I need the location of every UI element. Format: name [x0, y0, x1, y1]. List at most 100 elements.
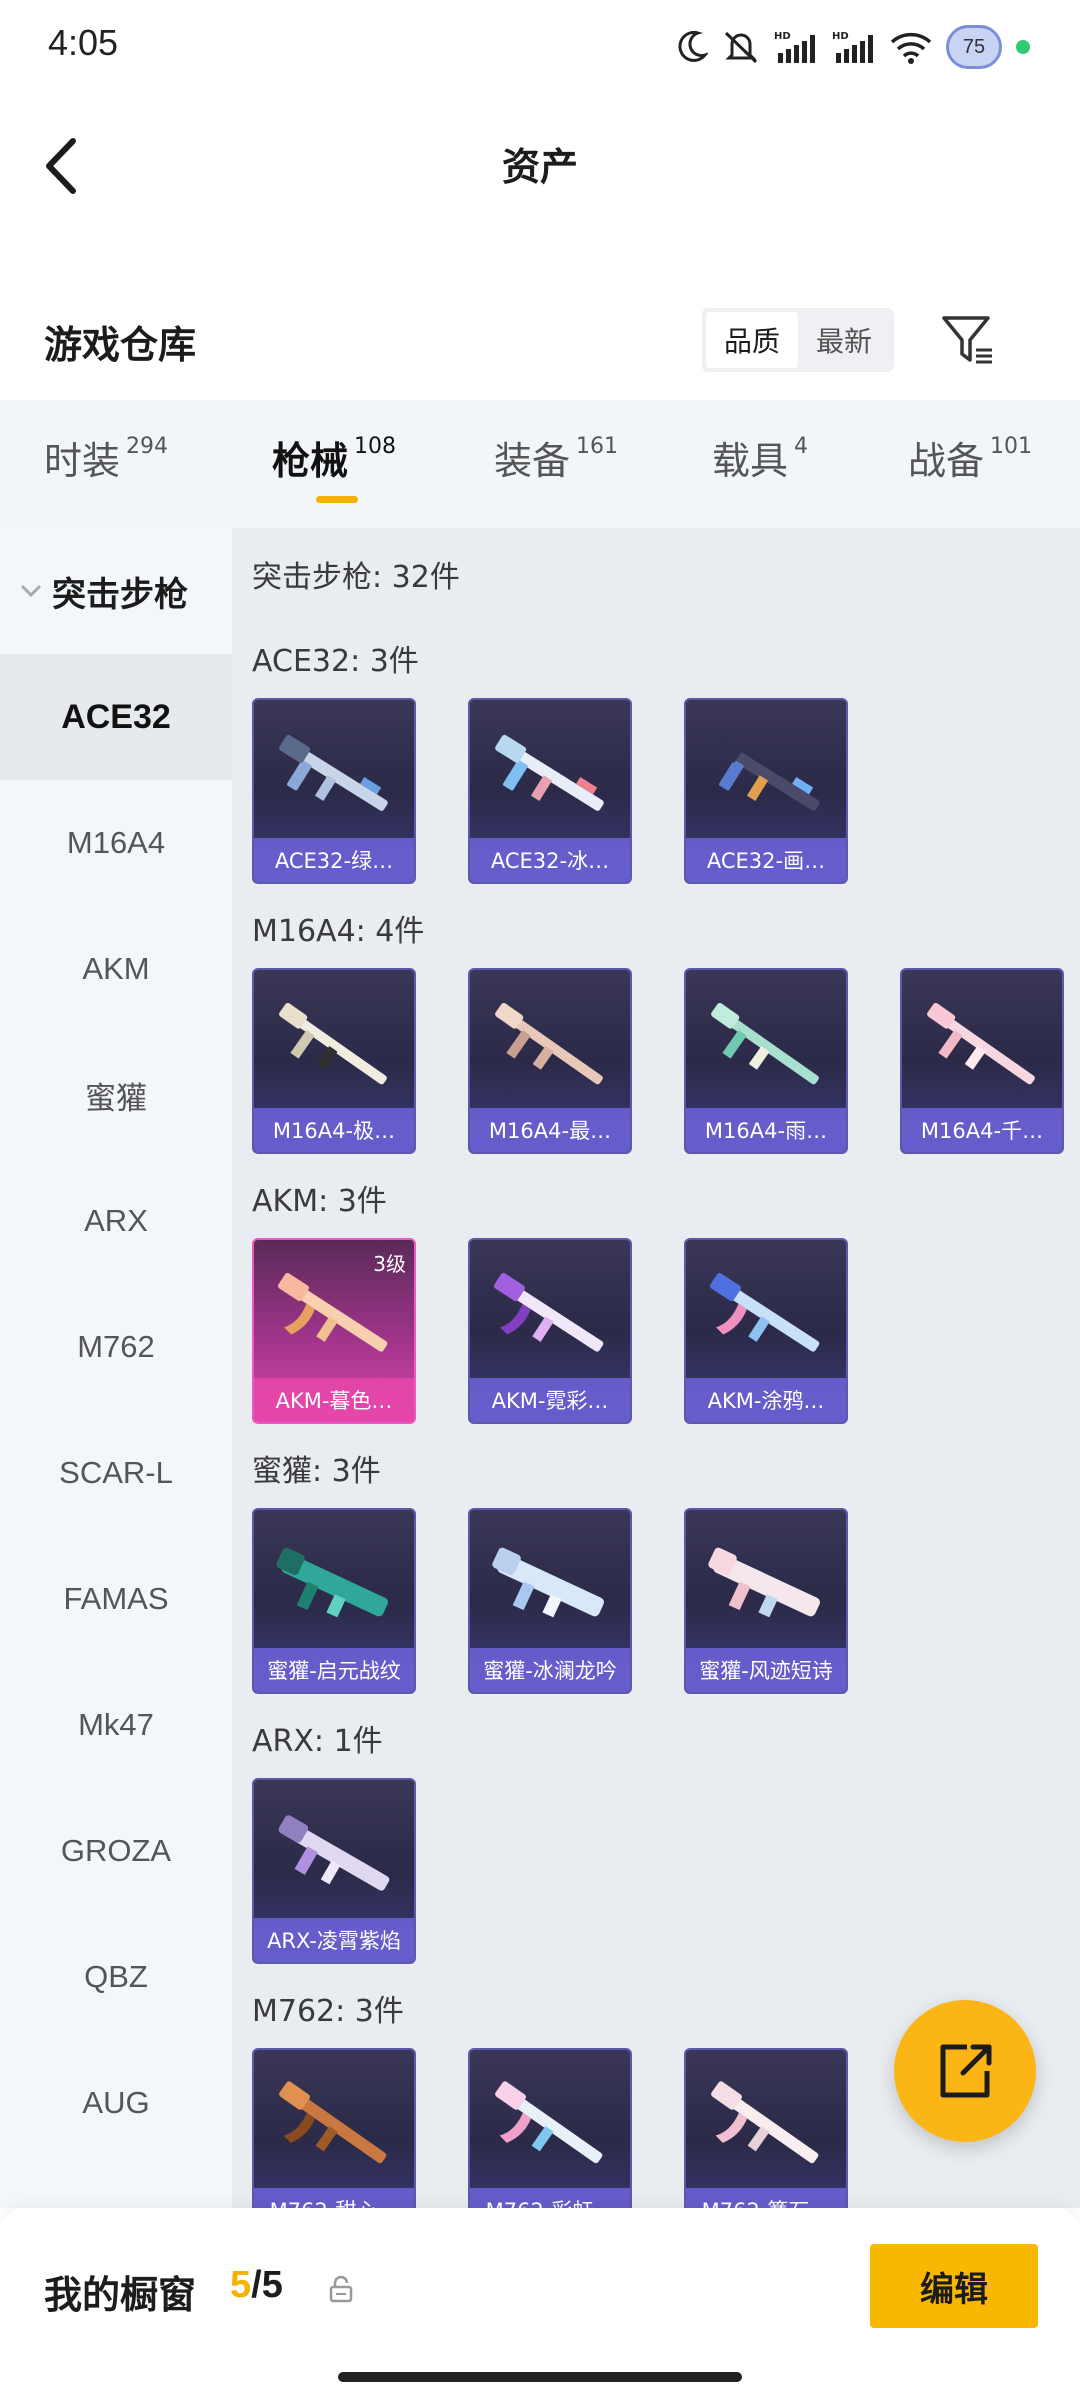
- rifle-icon: [493, 1272, 604, 1352]
- sidebar-item-scar-l[interactable]: SCAR-L: [0, 1410, 232, 1536]
- external-link-icon: [940, 2044, 992, 2098]
- tab-label: 枪械: [272, 439, 349, 483]
- chevron-down-icon: [16, 576, 46, 606]
- weapon-tile[interactable]: 3级 AKM-暮色…: [252, 1238, 416, 1424]
- weapon-tile[interactable]: M762-彩虹…: [468, 2048, 632, 2208]
- section-heading: ARX: 1件: [252, 1724, 383, 1759]
- weapon-tile[interactable]: AKM-霓彩…: [468, 1238, 632, 1424]
- tab-fashion[interactable]: 时装 294: [44, 430, 168, 485]
- sidebar-item-m16a4[interactable]: M16A4: [0, 780, 232, 906]
- rifle-icon: [277, 1272, 388, 1352]
- sidebar-item-aug[interactable]: AUG: [0, 2040, 232, 2166]
- weapon-tile-name: M762-彩虹…: [470, 2188, 630, 2208]
- rifle-icon: [495, 2081, 603, 2164]
- svg-text:HD: HD: [832, 31, 849, 42]
- warehouse-row: 游戏仓库 品质 最新: [0, 280, 1080, 400]
- weapon-tile[interactable]: AKM-涂鸦…: [684, 1238, 848, 1424]
- sidebar-item-honey-badger[interactable]: 蜜獾: [0, 1032, 232, 1158]
- weapon-tile-name: ACE32-画…: [686, 838, 846, 882]
- tab-label: 载具: [712, 439, 789, 483]
- status-icons: HD HD 75: [678, 22, 1030, 72]
- hd-signal-icon: HD: [832, 27, 876, 67]
- edit-button[interactable]: 编辑: [870, 2244, 1038, 2328]
- tab-label: 时装: [44, 439, 121, 483]
- category-tabs: 时装 294 枪械 108 装备 161 载具 4 战备 101: [0, 400, 1080, 528]
- tab-guns[interactable]: 枪械 108: [272, 430, 396, 485]
- showcase-count: 5/5: [230, 2264, 283, 2307]
- tab-supplies[interactable]: 战备 101: [908, 430, 1032, 485]
- sidebar-group-label: 突击步枪: [52, 574, 188, 615]
- weapon-tile-name: AKM-涂鸦…: [686, 1378, 846, 1422]
- weapon-tile[interactable]: M16A4-最…: [468, 968, 632, 1154]
- sort-newest-button[interactable]: 最新: [798, 312, 890, 368]
- rifle-icon: [279, 2081, 387, 2164]
- weapon-tile-name: ARX-凌霄紫焰: [254, 1918, 414, 1962]
- tab-equipment[interactable]: 装备 161: [494, 430, 618, 485]
- weapon-tile-name: AKM-霓彩…: [470, 1378, 630, 1422]
- rifle-icon: [711, 1002, 819, 1085]
- weapon-tile[interactable]: 蜜獾-冰澜龙吟: [468, 1508, 632, 1694]
- weapon-tile[interactable]: 蜜獾-风迹短诗: [684, 1508, 848, 1694]
- showcase-label: 我的橱窗: [44, 2273, 197, 2317]
- weapon-tile[interactable]: ACE32-画…: [684, 698, 848, 884]
- weapon-tile[interactable]: M762-篝石…: [684, 2048, 848, 2208]
- weapon-tile[interactable]: ARX-凌霄紫焰: [252, 1778, 416, 1964]
- weapon-tile-name: M16A4-千…: [902, 1108, 1062, 1152]
- showcase-total: /5: [251, 2264, 283, 2306]
- tab-count: 161: [576, 434, 619, 459]
- tab-vehicles[interactable]: 载具 4: [712, 430, 808, 485]
- rifle-icon: [927, 1002, 1035, 1085]
- rifle-icon: [711, 2081, 819, 2164]
- weapon-tile[interactable]: M16A4-千…: [900, 968, 1064, 1154]
- status-time: 4:05: [48, 22, 119, 63]
- page-title: 资产: [501, 145, 578, 189]
- sidebar-item-groza[interactable]: GROZA: [0, 1788, 232, 1914]
- sidebar-item-qbz[interactable]: QBZ: [0, 1914, 232, 2040]
- weapon-tile-name: 蜜獾-冰澜龙吟: [470, 1648, 630, 1692]
- filter-button[interactable]: [938, 310, 998, 370]
- sidebar-group-assault-rifles[interactable]: 突击步枪: [0, 528, 232, 654]
- weapon-tile[interactable]: ACE32-冰…: [468, 698, 632, 884]
- weapon-tile-name: 蜜獾-风迹短诗: [686, 1648, 846, 1692]
- home-indicator[interactable]: [338, 2372, 742, 2382]
- sidebar-item-akm[interactable]: AKM: [0, 906, 232, 1032]
- weapon-tile-name: M762-篝石…: [686, 2188, 846, 2208]
- tab-count: 108: [354, 434, 397, 459]
- weapon-grid: 突击步枪: 32件 ACE32: 3件 ACE32-绿… ACE32-冰… AC…: [232, 528, 1080, 2208]
- sidebar-item-arx[interactable]: ARX: [0, 1158, 232, 1284]
- rifle-icon: [711, 734, 820, 811]
- moon-icon: [678, 27, 708, 67]
- rifle-icon: [495, 734, 604, 811]
- rifle-icon: [495, 1002, 603, 1085]
- sidebar-item-m762[interactable]: M762: [0, 1284, 232, 1410]
- active-tab-indicator: [316, 496, 358, 503]
- weapon-tile-name: AKM-暮色…: [254, 1378, 414, 1422]
- rifle-icon: [278, 1815, 390, 1891]
- sidebar-item-famas[interactable]: FAMAS: [0, 1536, 232, 1662]
- weapon-tile[interactable]: M16A4-极…: [252, 968, 416, 1154]
- tab-label: 装备: [494, 439, 571, 483]
- tab-count: 4: [794, 434, 809, 459]
- weapon-tile[interactable]: 蜜獾-启元战纹: [252, 1508, 416, 1694]
- weapon-sidebar: 突击步枪 ACE32 M16A4 AKM 蜜獾 ARX M762 SCAR-L …: [0, 528, 232, 2208]
- status-bar: 4:05 HD HD 75: [0, 0, 1080, 92]
- weapon-tile[interactable]: ACE32-绿…: [252, 698, 416, 884]
- tab-label: 战备: [908, 439, 985, 483]
- category-summary: 突击步枪: 32件: [252, 560, 460, 595]
- weapon-tile[interactable]: M762-甜心…: [252, 2048, 416, 2208]
- showcase-bar: 我的橱窗 5/5 编辑: [0, 2208, 1080, 2400]
- weapon-tile-name: ACE32-冰…: [470, 838, 630, 882]
- sidebar-item-ace32[interactable]: ACE32: [0, 654, 232, 780]
- rifle-icon: [279, 734, 388, 811]
- sidebar-item-mk47[interactable]: Mk47: [0, 1662, 232, 1788]
- section-heading: M762: 3件: [252, 1994, 404, 2029]
- share-fab-button[interactable]: [894, 2000, 1036, 2142]
- weapon-tile[interactable]: M16A4-雨…: [684, 968, 848, 1154]
- sort-quality-button[interactable]: 品质: [706, 312, 798, 368]
- weapon-tile-name: ACE32-绿…: [254, 838, 414, 882]
- section-heading: AKM: 3件: [252, 1184, 387, 1219]
- weapon-tile-name: M16A4-最…: [470, 1108, 630, 1152]
- section-heading: ACE32: 3件: [252, 644, 419, 679]
- hd-signal-icon: HD: [774, 27, 818, 67]
- weapon-tile-name: 蜜獾-启元战纹: [254, 1648, 414, 1692]
